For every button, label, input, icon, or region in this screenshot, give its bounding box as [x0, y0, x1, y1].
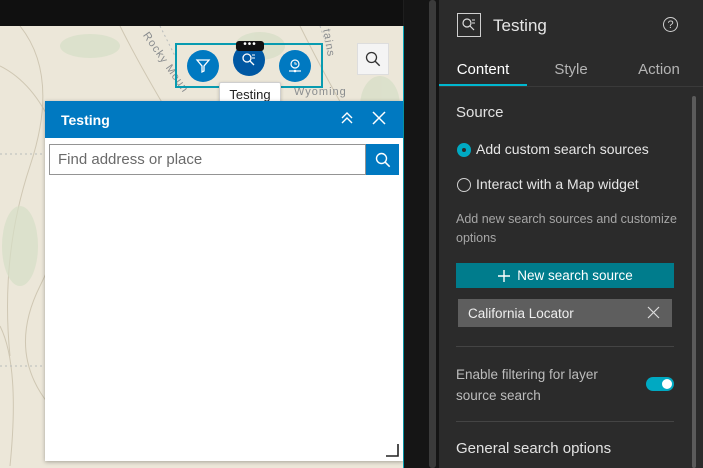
help-icon[interactable]: ?	[663, 17, 678, 32]
plus-icon	[498, 269, 511, 282]
settings-panel: Testing ? Content Style Action Source Ad…	[439, 0, 703, 468]
settings-scrollbar[interactable]	[692, 96, 696, 468]
remove-icon[interactable]	[647, 306, 660, 319]
filter-toggle-label: Enable filtering for layer source search	[456, 367, 598, 403]
search-list-icon	[242, 53, 255, 66]
timeline-icon	[289, 59, 301, 73]
resize-handle-icon[interactable]	[385, 443, 399, 457]
map-search-button[interactable]	[357, 43, 389, 75]
general-options-title[interactable]: General search options	[456, 440, 611, 457]
source-section-title: Source	[456, 104, 504, 121]
search-widget-icon	[457, 13, 481, 37]
search-submit-button[interactable]	[366, 144, 399, 175]
search-input[interactable]	[49, 144, 366, 175]
filter-widget-button[interactable]	[187, 50, 219, 82]
search-icon	[375, 152, 390, 167]
search-bar	[49, 144, 399, 175]
search-panel-header: Testing	[45, 101, 403, 138]
tab-action[interactable]: Action	[615, 52, 703, 86]
tab-style[interactable]: Style	[527, 52, 615, 86]
settings-tabs: Content Style Action	[439, 52, 703, 86]
new-search-source-label: New search source	[517, 268, 633, 283]
search-icon	[365, 51, 381, 67]
tab-content[interactable]: Content	[439, 52, 527, 86]
radio-custom-sources-label[interactable]: Add custom search sources	[476, 141, 649, 157]
close-icon[interactable]	[371, 110, 387, 126]
radio-map-widget[interactable]	[457, 178, 471, 192]
settings-title: Testing	[493, 16, 547, 35]
source-item-label: California Locator	[468, 305, 574, 321]
search-panel-title: Testing	[61, 111, 110, 128]
tabs-divider	[439, 86, 703, 87]
source-description: Add new search sources and customize opt…	[456, 212, 677, 245]
canvas-scrollbar[interactable]	[429, 0, 436, 468]
widget-controller-handle[interactable]: •••	[236, 40, 264, 51]
collapse-icon[interactable]	[339, 110, 355, 126]
top-strip	[0, 0, 403, 26]
time-widget-button[interactable]	[279, 50, 311, 82]
radio-map-widget-label[interactable]: Interact with a Map widget	[476, 176, 639, 192]
filter-icon	[195, 59, 211, 74]
source-item[interactable]: California Locator	[458, 299, 672, 327]
settings-header: Testing ?	[439, 0, 703, 52]
search-panel: Testing	[45, 101, 403, 461]
radio-custom-sources[interactable]	[457, 143, 471, 157]
filter-toggle[interactable]	[646, 377, 674, 391]
section-divider	[456, 421, 674, 422]
section-divider	[456, 346, 674, 347]
new-search-source-button[interactable]: New search source	[456, 263, 674, 288]
